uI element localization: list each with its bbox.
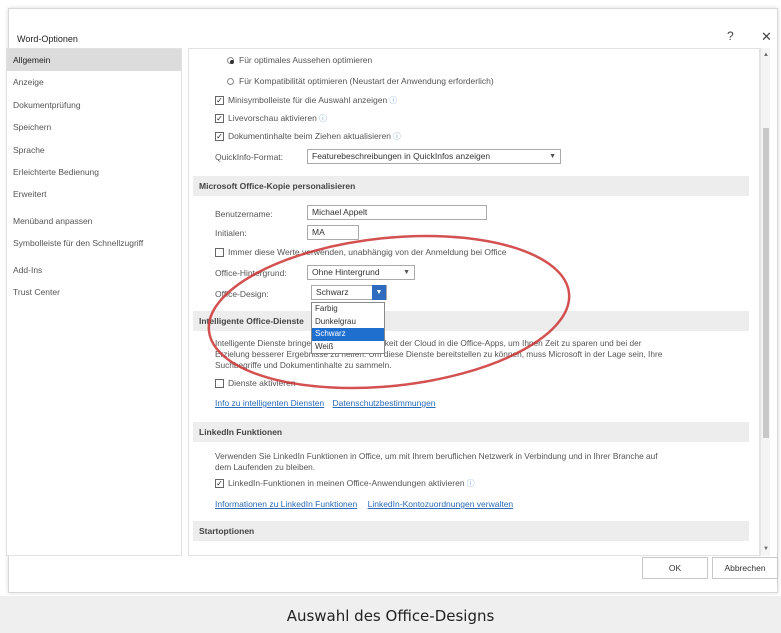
radio-compat-row[interactable]: Für Kompatibilität optimieren (Neustart …	[227, 76, 494, 86]
radio-optimal[interactable]	[227, 57, 234, 65]
scroll-up-icon[interactable]: ▲	[761, 50, 771, 60]
mini-toolbar-checkbox[interactable]: ✓	[215, 96, 224, 106]
nav-item-speichern[interactable]: Speichern	[7, 116, 181, 138]
live-preview-label: Livevorschau aktivieren	[228, 113, 317, 123]
chevron-down-icon: ▼	[549, 153, 556, 160]
screentip-select[interactable]: Featurebeschreibungen in QuickInfos anze…	[307, 149, 561, 164]
window-title: Word-Optionen	[17, 34, 78, 44]
radio-compat-label: Für Kompatibilität optimieren (Neustart …	[239, 76, 494, 86]
always-use-row[interactable]: Immer diese Werte verwenden, unabhängig …	[215, 247, 507, 258]
options-nav: Allgemein Anzeige Dokumentprüfung Speich…	[6, 48, 182, 556]
design-option-farbig[interactable]: Farbig	[312, 303, 384, 316]
username-field[interactable]: Michael Appelt	[307, 205, 487, 220]
mini-toolbar-label: Minisymbolleiste für die Auswahl anzeige…	[228, 95, 388, 105]
linkedin-text-2: dem Laufenden zu bleiben.	[215, 462, 316, 472]
always-use-label: Immer diese Werte verwenden, unabhängig …	[228, 247, 507, 257]
content-scrollbar[interactable]: ▲ ▼	[760, 48, 770, 556]
linkedin-accounts-link[interactable]: LinkedIn-Kontozuordnungen verwalten	[368, 499, 514, 509]
linkedin-text-1: Verwenden Sie LinkedIn Funktionen in Off…	[215, 451, 658, 461]
chevron-down-icon[interactable]: ▼	[372, 285, 386, 300]
update-drag-row[interactable]: ✓ Dokumentinhalte beim Ziehen aktualisier…	[215, 131, 401, 142]
section-linkedin: LinkedIn Funktionen	[193, 422, 749, 442]
intelligent-enable-row[interactable]: Dienste aktivieren	[215, 378, 296, 389]
cancel-button[interactable]: Abbrechen	[712, 557, 778, 579]
design-value: Schwarz	[316, 287, 349, 297]
username-label: Benutzername:	[215, 209, 273, 219]
intelligent-links: Info zu intelligenten Diensten Datenschu…	[215, 398, 436, 408]
nav-item-dokumentpruefung[interactable]: Dokumentprüfung	[7, 94, 181, 116]
initials-label: Initialen:	[215, 228, 247, 238]
intelligent-text-1: Intelligente Dienste bringen die Leistun…	[215, 338, 642, 348]
section-personalize: Microsoft Office-Kopie personalisieren	[193, 176, 749, 196]
title-bar: Word-Optionen ? ✕	[9, 9, 777, 47]
nav-item-allgemein[interactable]: Allgemein	[7, 49, 181, 72]
ok-button[interactable]: OK	[642, 557, 708, 579]
radio-optimal-row[interactable]: Für optimales Aussehen optimieren	[227, 55, 372, 65]
screentip-label: QuickInfo-Format:	[215, 152, 284, 162]
background-select[interactable]: Ohne Hintergrund ▼	[307, 265, 415, 280]
nav-item-sprache[interactable]: Sprache	[7, 139, 181, 161]
image-caption: Auswahl des Office-Designs	[286, 607, 495, 625]
update-drag-label: Dokumentinhalte beim Ziehen aktualisiere…	[228, 131, 392, 141]
intelligent-enable-label: Dienste aktivieren	[228, 378, 296, 388]
radio-compat[interactable]	[227, 78, 234, 86]
live-preview-row[interactable]: ✓ Livevorschau aktivieren ⓘ	[215, 113, 327, 124]
nav-item-trust-center[interactable]: Trust Center	[7, 281, 181, 303]
info-icon: ⓘ	[389, 96, 398, 105]
nav-item-schnellzugriff[interactable]: Symbolleiste für den Schnellzugriff	[7, 232, 181, 254]
nav-item-anzeige[interactable]: Anzeige	[7, 71, 181, 93]
update-drag-checkbox[interactable]: ✓	[215, 132, 224, 142]
section-startup: Startoptionen	[193, 521, 749, 541]
design-option-schwarz[interactable]: Schwarz	[312, 328, 384, 341]
radio-optimal-label: Für optimales Aussehen optimieren	[239, 55, 373, 65]
mini-toolbar-row[interactable]: ✓ Minisymbolleiste für die Auswahl anzeig…	[215, 95, 397, 106]
info-icon: ⓘ	[393, 132, 402, 141]
always-use-checkbox[interactable]	[215, 248, 224, 258]
linkedin-info-link[interactable]: Informationen zu LinkedIn Funktionen	[215, 499, 357, 509]
scroll-thumb[interactable]	[763, 128, 769, 438]
background-value: Ohne Hintergrund	[312, 267, 380, 277]
nav-item-menueband[interactable]: Menüband anpassen	[7, 210, 181, 232]
intelligent-text-2: Erzielung besserer Ergebnisse zu helfen.…	[215, 349, 663, 359]
info-icon: ⓘ	[318, 114, 327, 123]
design-select[interactable]: Schwarz ▼	[311, 285, 387, 300]
design-option-dunkelgrau[interactable]: Dunkelgrau	[312, 316, 384, 329]
options-content: Für optimales Aussehen optimieren Für Ko…	[188, 48, 760, 556]
privacy-link[interactable]: Datenschutzbestimmungen	[333, 398, 436, 408]
intelligent-enable-checkbox[interactable]	[215, 379, 224, 389]
design-dropdown: Farbig Dunkelgrau Schwarz Weiß	[311, 302, 385, 354]
linkedin-enable-row[interactable]: ✓ LinkedIn-Funktionen in meinen Office-An…	[215, 478, 475, 489]
linkedin-links: Informationen zu LinkedIn Funktionen Lin…	[215, 499, 513, 509]
close-button[interactable]: ✕	[761, 29, 772, 45]
linkedin-enable-label: LinkedIn-Funktionen in meinen Office-Anw…	[228, 478, 465, 488]
background-label: Office-Hintergrund:	[215, 268, 287, 278]
initials-field[interactable]: MA	[307, 225, 359, 240]
design-label: Office-Design:	[215, 289, 269, 299]
nav-item-add-ins[interactable]: Add-Ins	[7, 259, 181, 281]
live-preview-checkbox[interactable]: ✓	[215, 114, 224, 124]
screentip-value: Featurebeschreibungen in QuickInfos anze…	[312, 151, 491, 161]
nav-item-erleichterte-bedienung[interactable]: Erleichterte Bedienung	[7, 161, 181, 183]
design-option-weiss[interactable]: Weiß	[312, 341, 384, 354]
scroll-down-icon[interactable]: ▼	[761, 544, 771, 554]
intelligent-info-link[interactable]: Info zu intelligenten Diensten	[215, 398, 324, 408]
help-button[interactable]: ?	[727, 29, 734, 43]
info-icon: ⓘ	[466, 479, 475, 488]
section-intelligent: Intelligente Office-Dienste	[193, 311, 749, 331]
linkedin-enable-checkbox[interactable]: ✓	[215, 479, 224, 489]
intelligent-text-3: Suchbegriffe und Dokumentinhalte zu samm…	[215, 360, 392, 370]
chevron-down-icon: ▼	[403, 269, 410, 276]
nav-item-erweitert[interactable]: Erweitert	[7, 183, 181, 205]
